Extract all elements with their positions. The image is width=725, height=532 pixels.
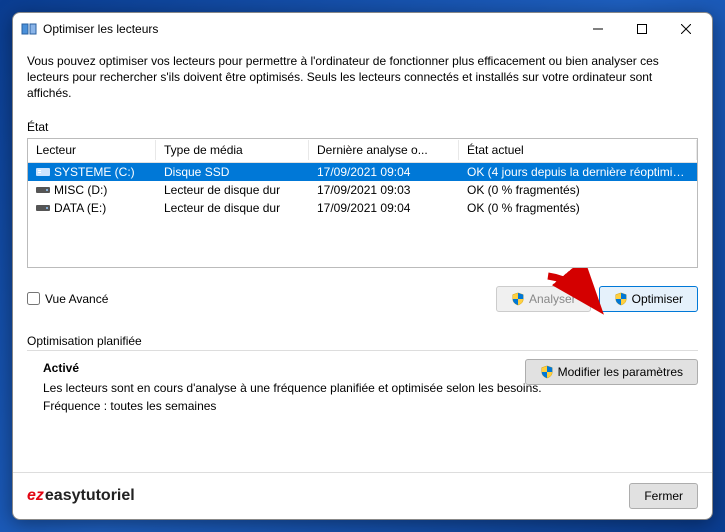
window-controls [576, 14, 708, 44]
cell-status: OK (0 % fragmentés) [459, 182, 697, 198]
app-icon [21, 21, 37, 37]
table-header: Lecteur Type de média Dernière analyse o… [28, 139, 697, 163]
minimize-button[interactable] [576, 14, 620, 44]
analyze-label: Analyser [529, 292, 576, 306]
cell-status: OK (0 % fragmentés) [459, 200, 697, 216]
cell-media: Lecteur de disque dur [156, 200, 309, 216]
footer: ezeasytutoriel Fermer [13, 472, 712, 519]
optimize-button[interactable]: Optimiser [599, 286, 698, 312]
cell-last: 17/09/2021 09:04 [309, 164, 459, 180]
optimize-label: Optimiser [632, 292, 683, 306]
shield-icon [614, 292, 628, 306]
cell-drive: SYSTEME (C:) [28, 164, 156, 180]
close-dialog-button[interactable]: Fermer [629, 483, 698, 509]
status-section-label: État [27, 120, 698, 134]
advanced-view-label: Vue Avancé [45, 292, 108, 306]
titlebar: Optimiser les lecteurs [13, 13, 712, 45]
description-text: Vous pouvez optimiser vos lecteurs pour … [27, 53, 698, 102]
shield-icon [511, 292, 525, 306]
cell-drive: MISC (D:) [28, 182, 156, 198]
maximize-button[interactable] [620, 14, 664, 44]
cell-media: Disque SSD [156, 164, 309, 180]
branding-name: easytutoriel [45, 487, 135, 505]
drives-table[interactable]: Lecteur Type de média Dernière analyse o… [27, 138, 698, 268]
column-status[interactable]: État actuel [459, 140, 697, 160]
cell-drive: DATA (E:) [28, 200, 156, 216]
table-row[interactable]: SYSTEME (C:)Disque SSD17/09/2021 09:04OK… [28, 163, 697, 181]
column-last[interactable]: Dernière analyse o... [309, 140, 459, 160]
modify-label: Modifier les paramètres [558, 365, 683, 379]
scheduled-line2: Fréquence : toutes les semaines [43, 397, 698, 415]
branding-logo: ezeasytutoriel [27, 487, 135, 505]
drive-icon [36, 166, 50, 178]
shield-icon [540, 365, 554, 379]
column-media[interactable]: Type de média [156, 140, 309, 160]
scheduled-box: Modifier les paramètres Activé Les lecte… [27, 350, 698, 415]
close-button[interactable] [664, 14, 708, 44]
drive-icon [36, 202, 50, 214]
table-body: SYSTEME (C:)Disque SSD17/09/2021 09:04OK… [28, 163, 697, 217]
analyze-button: Analyser [496, 286, 591, 312]
content-area: Vous pouvez optimiser vos lecteurs pour … [13, 45, 712, 472]
column-drive[interactable]: Lecteur [28, 140, 156, 160]
cell-last: 17/09/2021 09:04 [309, 200, 459, 216]
cell-media: Lecteur de disque dur [156, 182, 309, 198]
drive-icon [36, 184, 50, 196]
branding-prefix: ez [27, 487, 44, 505]
modify-settings-button[interactable]: Modifier les paramètres [525, 359, 698, 385]
window-title: Optimiser les lecteurs [43, 22, 576, 36]
actions-row: Vue Avancé Analyser Optimiser [27, 286, 698, 312]
scheduled-section-label: Optimisation planifiée [27, 334, 698, 348]
table-row[interactable]: DATA (E:)Lecteur de disque dur17/09/2021… [28, 199, 697, 217]
cell-status: OK (4 jours depuis la dernière réoptimis… [459, 164, 697, 180]
cell-last: 17/09/2021 09:03 [309, 182, 459, 198]
advanced-view-input[interactable] [27, 292, 40, 305]
advanced-view-checkbox[interactable]: Vue Avancé [27, 292, 108, 306]
optimize-drives-window: Optimiser les lecteurs Vous pouvez optim… [12, 12, 713, 520]
table-row[interactable]: MISC (D:)Lecteur de disque dur17/09/2021… [28, 181, 697, 199]
